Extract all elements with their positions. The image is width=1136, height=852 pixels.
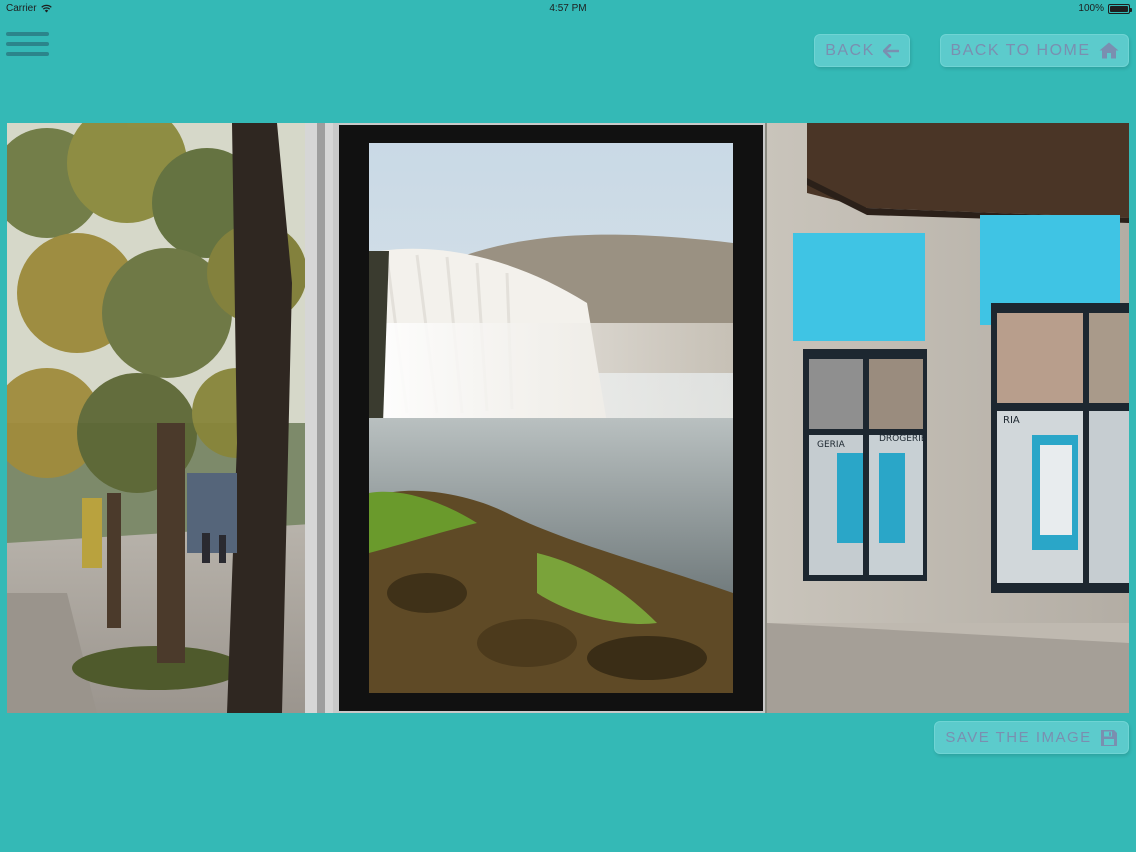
screen: Carrier 4:57 PM 100% BACK BACK TO HOME G… [0, 0, 1136, 852]
shop-sign-far: RIA [1003, 415, 1020, 426]
street-scene-image: GERIA DROGERIE RIA [7, 123, 1129, 713]
back-button[interactable]: BACK [814, 34, 910, 67]
billboard-photo: GERIA DROGERIE RIA [7, 123, 1129, 713]
back-to-home-button[interactable]: BACK TO HOME [940, 34, 1129, 67]
save-image-label: SAVE THE IMAGE [945, 729, 1092, 746]
waterfall-poster [369, 143, 733, 693]
battery-icon [1108, 3, 1132, 14]
battery-percent: 100% [1078, 3, 1104, 14]
hamburger-menu-icon[interactable] [6, 32, 49, 64]
shop-sign-right: DROGERIE [879, 434, 927, 444]
status-bar: Carrier 4:57 PM 100% [0, 0, 1136, 18]
back-button-label: BACK [825, 41, 875, 59]
home-icon [1099, 42, 1119, 59]
status-time: 4:57 PM [549, 3, 587, 14]
battery-fill [1110, 5, 1128, 12]
status-right: 100% [1078, 3, 1132, 14]
shop-sign-left: GERIA [817, 440, 846, 450]
back-to-home-label: BACK TO HOME [950, 41, 1091, 59]
arrow-left-icon [882, 43, 899, 58]
save-image-button[interactable]: SAVE THE IMAGE [934, 721, 1129, 754]
floppy-disk-icon [1100, 729, 1117, 746]
